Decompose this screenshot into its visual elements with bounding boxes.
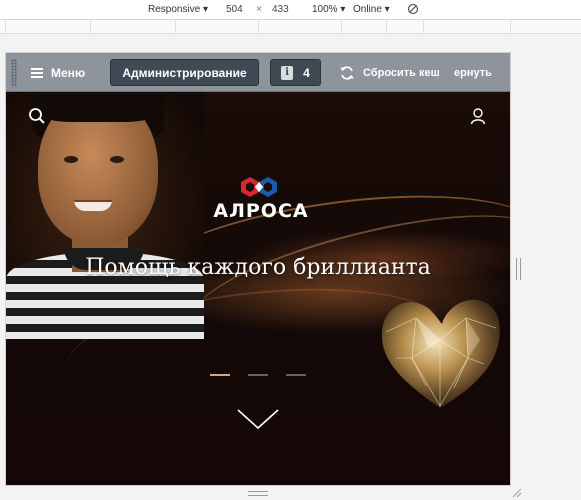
refresh-icon: [340, 66, 354, 80]
reset-cache-button[interactable]: Сбросить кеш: [339, 63, 440, 83]
drag-handle[interactable]: [11, 59, 17, 87]
dimension-separator: ×: [256, 4, 262, 15]
chevron-down-icon[interactable]: [236, 408, 280, 430]
logo-text: АЛРОСА: [213, 200, 309, 222]
hamburger-icon: [31, 68, 43, 78]
slider-pagination: [210, 374, 306, 376]
width-input[interactable]: 504: [222, 2, 247, 17]
slide-dot[interactable]: [286, 374, 306, 376]
menu-label: Меню: [51, 66, 86, 80]
administration-button[interactable]: Администрирование: [110, 59, 259, 86]
resize-handle-bottom[interactable]: [248, 491, 268, 496]
height-input[interactable]: 433: [268, 2, 293, 17]
resize-handle-right[interactable]: [516, 258, 521, 280]
diamond-heart-image: [381, 299, 500, 408]
reset-cache-label: Сбросить кеш: [363, 67, 440, 79]
notification-count: 4: [303, 65, 310, 80]
notifications-button[interactable]: 4: [270, 59, 321, 86]
search-icon[interactable]: [28, 107, 46, 130]
resize-corner-icon[interactable]: [512, 488, 522, 498]
slide-dot[interactable]: [248, 374, 268, 376]
alrosa-logo[interactable]: АЛРОСА: [206, 176, 316, 222]
hero-banner: АЛРОСА Помощь каждого бриллианта: [6, 92, 510, 485]
user-icon[interactable]: [470, 107, 486, 130]
network-throttle-select[interactable]: Online ▾: [353, 4, 390, 15]
notification-icon: [281, 65, 294, 80]
device-toolbar: Responsive ▾ 504 × 433 100% ▾ Online ▾: [0, 0, 581, 20]
admin-panel: Меню Администрирование 4 Сбросить кеш ер…: [6, 53, 510, 92]
device-select[interactable]: Responsive ▾: [148, 4, 208, 15]
device-viewport: Меню Администрирование 4 Сбросить кеш ер…: [5, 52, 511, 486]
slide-dot[interactable]: [210, 374, 230, 376]
hero-headline: Помощь каждого бриллианта: [85, 255, 431, 280]
return-button[interactable]: ернуть: [450, 63, 492, 83]
no-throttle-icon[interactable]: [407, 3, 419, 18]
media-query-ruler: [0, 20, 581, 34]
zoom-select[interactable]: 100% ▾: [312, 4, 345, 15]
menu-button[interactable]: Меню: [31, 65, 85, 81]
